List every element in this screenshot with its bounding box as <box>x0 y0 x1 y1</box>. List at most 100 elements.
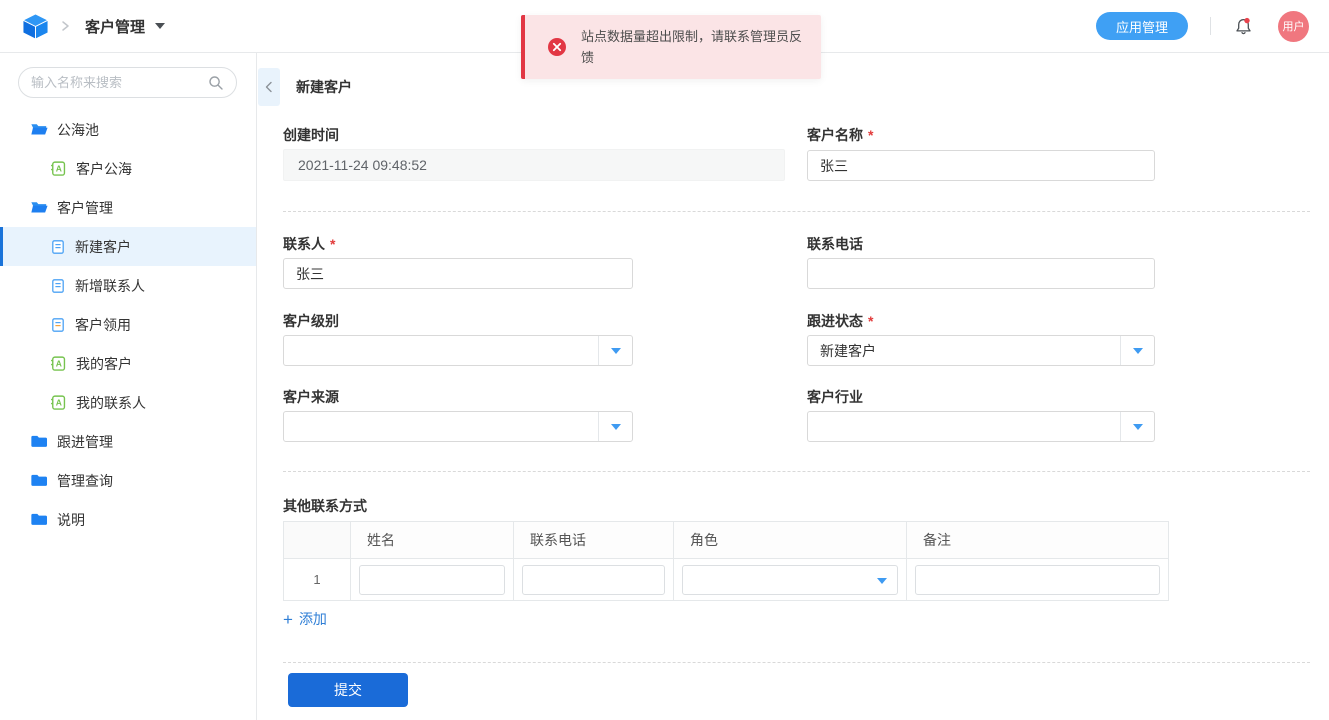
sidebar-item-label: 新增联系人 <box>75 276 145 296</box>
toast-message: 站点数据量超出限制，请联系管理员反馈 <box>581 15 821 79</box>
app-window: 客户管理 应用管理 用户 站点数据量超出限制，请联系管理员反 <box>0 0 1329 720</box>
notification-bell-icon[interactable] <box>1233 16 1254 37</box>
sidebar-item-label: 客户管理 <box>57 198 113 218</box>
sidebar-item-xinzenglianxiren[interactable]: 新增联系人 <box>0 266 256 305</box>
customer-level-label: 客户级别 <box>283 311 339 330</box>
svg-text:A: A <box>56 164 62 174</box>
sidebar-item-xinjiankehu[interactable]: 新建客户 <box>0 227 256 266</box>
topbar-right: 应用管理 用户 <box>1096 11 1309 42</box>
caret-down-icon <box>1133 348 1143 354</box>
toast-left-bar <box>521 15 525 79</box>
sidebar-item-label: 新建客户 <box>75 237 131 257</box>
submit-button[interactable]: 提交 <box>288 673 408 707</box>
customer-industry-select[interactable] <box>807 411 1155 442</box>
select-caret-segment[interactable] <box>1120 412 1154 441</box>
sidebar-item-label: 我的客户 <box>76 354 132 374</box>
customer-source-select[interactable] <box>283 411 633 442</box>
error-toast: 站点数据量超出限制，请联系管理员反馈 <box>521 15 821 79</box>
column-header-role: 角色 <box>674 522 907 559</box>
created-time-label: 创建时间 <box>283 125 339 144</box>
svg-text:A: A <box>56 359 62 369</box>
customer-industry-label: 客户行业 <box>807 387 863 406</box>
sidebar-item-label: 客户领用 <box>75 315 131 335</box>
caret-down-icon <box>611 424 621 430</box>
svg-text:A: A <box>56 398 62 408</box>
search-input[interactable] <box>31 75 208 90</box>
required-asterisk: * <box>868 313 873 329</box>
sidebar-item-shuoming[interactable]: 说明 <box>0 500 256 539</box>
caret-down-icon <box>877 578 887 584</box>
select-caret-segment[interactable] <box>598 336 632 365</box>
sidebar-item-label: 说明 <box>57 510 85 530</box>
contact-person-input[interactable] <box>283 258 633 289</box>
contact-card-icon: A <box>50 355 67 372</box>
sidebar-item-kehugonghai[interactable]: A 客户公海 <box>0 149 256 188</box>
follow-status-select[interactable]: 新建客户 <box>807 335 1155 366</box>
sidebar-item-wodekehu[interactable]: A 我的客户 <box>0 344 256 383</box>
section-divider <box>283 471 1310 472</box>
topbar-divider <box>1210 17 1211 35</box>
plus-icon: + <box>283 611 293 628</box>
sidebar-item-genjinguanli[interactable]: 跟进管理 <box>0 422 256 461</box>
sidebar-item-label: 公海池 <box>57 120 99 140</box>
folder-open-icon <box>30 122 48 137</box>
table-header-row: 姓名 联系电话 角色 备注 <box>284 522 1169 559</box>
customer-level-select[interactable] <box>283 335 633 366</box>
breadcrumb-caret-down-icon[interactable] <box>155 23 165 29</box>
contact-name-input[interactable] <box>359 565 505 595</box>
customer-name-label: 客户名称* <box>807 125 873 144</box>
follow-status-label: 跟进状态* <box>807 311 873 330</box>
other-contacts-label: 其他联系方式 <box>283 496 367 515</box>
contact-card-icon: A <box>50 160 67 177</box>
section-divider <box>283 662 1310 663</box>
sidebar-item-gonghaichi[interactable]: 公海池 <box>0 110 256 149</box>
breadcrumb[interactable]: 客户管理 <box>85 16 145 37</box>
sidebar: 公海池 A 客户公海 <box>0 53 257 720</box>
customer-name-input[interactable] <box>807 150 1155 181</box>
contact-phone-label: 联系电话 <box>807 234 863 253</box>
column-header-index <box>284 522 351 559</box>
customer-source-label: 客户来源 <box>283 387 339 406</box>
error-circle-x-icon <box>547 37 567 57</box>
table-row: 1 <box>284 559 1169 601</box>
search-icon[interactable] <box>208 75 224 91</box>
section-divider <box>283 211 1310 212</box>
chevron-left-icon <box>263 80 275 94</box>
column-header-phone: 联系电话 <box>514 522 674 559</box>
sidebar-item-guanlichaxun[interactable]: 管理查询 <box>0 461 256 500</box>
caret-down-icon <box>1133 424 1143 430</box>
caret-down-icon <box>611 348 621 354</box>
folder-icon <box>30 434 48 449</box>
add-row-button[interactable]: + 添加 <box>283 609 327 629</box>
main-content: 新建客户 创建时间 2021-11-24 09:48:52 客户名称* 联系人*… <box>257 53 1329 720</box>
add-row-label: 添加 <box>299 609 327 629</box>
document-icon <box>50 239 66 255</box>
required-asterisk: * <box>330 236 335 252</box>
document-icon <box>50 317 66 333</box>
app-manage-button[interactable]: 应用管理 <box>1096 12 1188 40</box>
page-head: 新建客户 <box>258 68 352 106</box>
contact-phone-cell-input[interactable] <box>522 565 665 595</box>
breadcrumb-chevron-right-icon <box>59 19 71 33</box>
row-index: 1 <box>284 559 351 601</box>
sidebar-item-wodelianxiren[interactable]: A 我的联系人 <box>0 383 256 422</box>
sidebar-item-kehuguanli[interactable]: 客户管理 <box>0 188 256 227</box>
folder-icon <box>30 512 48 527</box>
required-asterisk: * <box>868 127 873 143</box>
page-title: 新建客户 <box>296 77 352 97</box>
contact-phone-input[interactable] <box>807 258 1155 289</box>
contact-role-select[interactable] <box>682 565 898 595</box>
document-icon <box>50 278 66 294</box>
contact-card-icon: A <box>50 394 67 411</box>
select-caret-segment[interactable] <box>1120 336 1154 365</box>
contact-note-input[interactable] <box>915 565 1160 595</box>
select-caret-segment[interactable] <box>598 412 632 441</box>
user-avatar[interactable]: 用户 <box>1278 11 1309 42</box>
sidebar-item-kehulingyong[interactable]: 客户领用 <box>0 305 256 344</box>
sidebar-nav: 公海池 A 客户公海 <box>0 110 256 539</box>
column-header-note: 备注 <box>907 522 1169 559</box>
sidebar-item-label: 管理查询 <box>57 471 113 491</box>
sidebar-item-label: 我的联系人 <box>76 393 146 413</box>
app-logo-cube-icon[interactable] <box>22 13 49 40</box>
back-button[interactable] <box>258 68 280 106</box>
